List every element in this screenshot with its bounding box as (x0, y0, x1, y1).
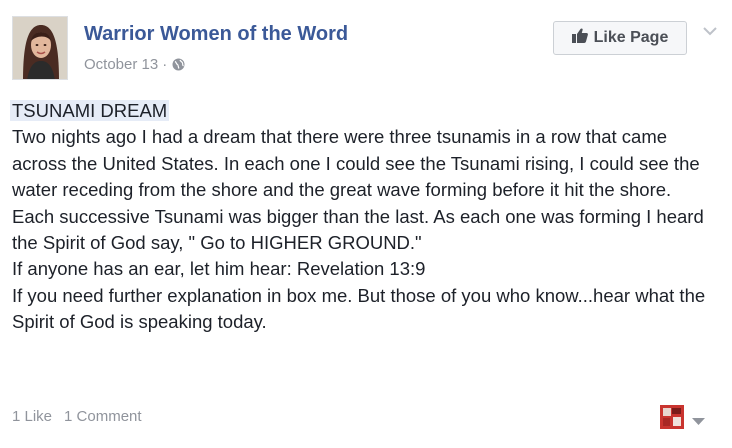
comments-count-link[interactable]: 1 Comment (64, 408, 142, 425)
page-name-link[interactable]: Warrior Women of the Word (84, 23, 348, 46)
post-paragraph: If anyone has an ear, let him hear: Reve… (12, 258, 426, 280)
post-body: TSUNAMI DREAM Two nights ago I had a dre… (10, 98, 712, 336)
chevron-down-icon[interactable] (702, 24, 718, 36)
feed-post: Warrior Women of the Word October 13 · L… (0, 0, 732, 448)
post-headline: TSUNAMI DREAM (10, 100, 170, 121)
globe-icon[interactable] (172, 58, 185, 71)
like-page-button[interactable]: Like Page (553, 21, 687, 55)
caret-down-icon[interactable] (692, 413, 705, 425)
post-date[interactable]: October 13 (84, 56, 158, 73)
post-paragraph: If you need further explanation in box m… (12, 284, 706, 333)
post-footer: 1 Like 1 Comment (12, 408, 142, 425)
thumbs-up-icon (571, 28, 588, 48)
like-page-label: Like Page (593, 29, 669, 46)
post-meta: October 13 · (84, 56, 185, 73)
meta-separator: · (162, 56, 168, 73)
page-avatar[interactable] (12, 16, 68, 80)
avatar[interactable] (660, 405, 684, 429)
post-paragraph: Two nights ago I had a dream that there … (12, 126, 704, 254)
likes-count-link[interactable]: 1 Like (12, 408, 52, 425)
